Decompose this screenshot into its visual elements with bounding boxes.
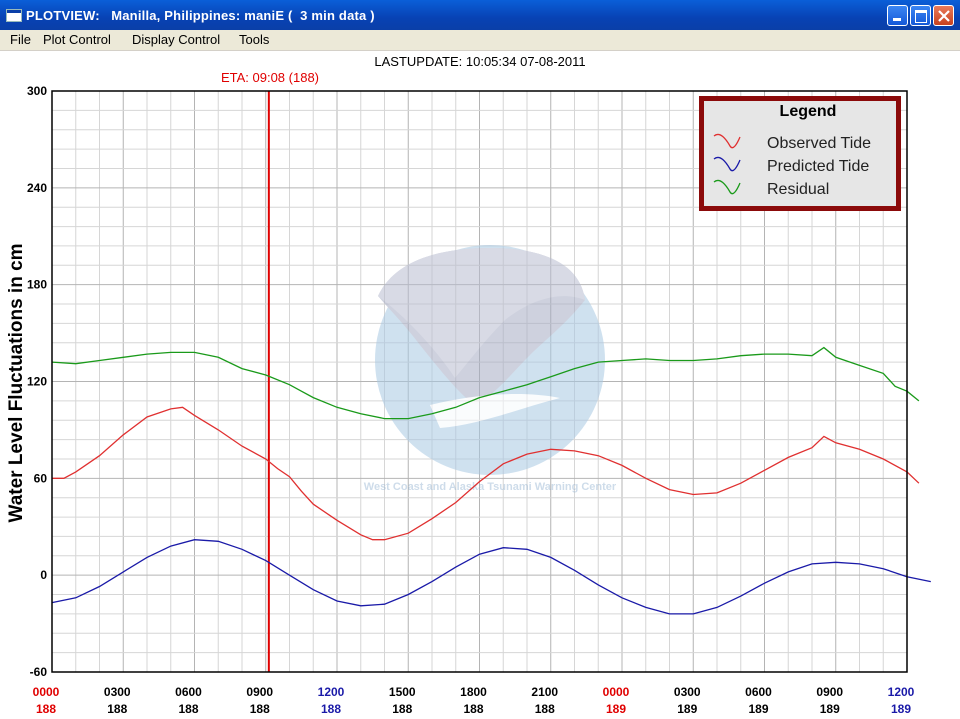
x-tick-day-label: 189 bbox=[606, 702, 626, 716]
menu-tools[interactable]: Tools bbox=[239, 32, 269, 47]
close-button[interactable] bbox=[933, 5, 954, 26]
noaa-watermark-logo: West Coast and Alaska Tsunami Warning Ce… bbox=[364, 245, 617, 493]
y-tick-label: 60 bbox=[34, 471, 48, 485]
x-tick-time-label: 0300 bbox=[104, 685, 131, 699]
x-axis: 0000 188 0300 188 0600 188 0900 188 1200 188 1500 1… bbox=[33, 685, 915, 716]
x-tick-time-label: 0300 bbox=[674, 685, 701, 699]
legend-item-label: Predicted Tide bbox=[767, 158, 869, 175]
maximize-icon bbox=[915, 10, 927, 23]
eta-label: ETA: 09:08 (188) bbox=[221, 70, 319, 85]
title-bar: PLOTVIEW: Manilla, Philippines: maniE ( … bbox=[0, 0, 960, 30]
menu-plot-control[interactable]: Plot Control bbox=[43, 32, 111, 47]
x-tick-day-label: 188 bbox=[250, 702, 270, 716]
x-tick-time-label: 0600 bbox=[175, 685, 202, 699]
legend-item-label: Residual bbox=[767, 181, 829, 198]
y-tick-label: 300 bbox=[27, 84, 47, 98]
y-axis-label: Water Level Fluctuations in cm bbox=[6, 243, 27, 522]
tide-chart[interactable]: West Coast and Alaska Tsunami Warning Ce… bbox=[0, 51, 960, 719]
x-tick-day-label: 189 bbox=[891, 702, 911, 716]
x-tick-day-label: 188 bbox=[107, 702, 127, 716]
y-tick-label: -60 bbox=[30, 665, 48, 679]
x-tick-day-label: 188 bbox=[36, 702, 56, 716]
x-tick-day-label: 188 bbox=[535, 702, 555, 716]
x-tick-time-label: 1800 bbox=[460, 685, 487, 699]
y-tick-label: 240 bbox=[27, 181, 47, 195]
x-tick-day-label: 188 bbox=[321, 702, 341, 716]
last-update-label: LASTUPDATE: 10:05:34 07-08-2011 bbox=[374, 54, 585, 69]
maximize-button[interactable] bbox=[910, 5, 931, 26]
x-tick-time-label: 0900 bbox=[816, 685, 843, 699]
legend-box[interactable]: Legend Observed Tide Predicted Tide Residu… bbox=[699, 96, 901, 211]
x-tick-time-label: 1500 bbox=[389, 685, 416, 699]
window-title: PLOTVIEW: Manilla, Philippines: maniE ( … bbox=[26, 8, 375, 23]
x-tick-time-label: 0000 bbox=[33, 685, 60, 699]
minimize-button[interactable] bbox=[887, 5, 908, 26]
x-tick-time-label: 2100 bbox=[531, 685, 558, 699]
app-icon bbox=[6, 9, 22, 22]
x-tick-time-label: 0900 bbox=[246, 685, 273, 699]
x-tick-day-label: 189 bbox=[820, 702, 840, 716]
legend-title: Legend bbox=[780, 103, 837, 120]
watermark-text: West Coast and Alaska Tsunami Warning Ce… bbox=[364, 481, 617, 493]
minimize-icon bbox=[893, 18, 901, 21]
y-tick-label: 0 bbox=[40, 568, 47, 582]
x-tick-time-label: 0000 bbox=[603, 685, 630, 699]
y-tick-label: 180 bbox=[27, 278, 47, 292]
y-axis: 300 240 180 120 60 0 -60 bbox=[27, 84, 47, 679]
x-tick-day-label: 188 bbox=[463, 702, 483, 716]
plot-area: West Coast and Alaska Tsunami Warning Ce… bbox=[0, 51, 960, 719]
x-tick-time-label: 1200 bbox=[318, 685, 345, 699]
x-tick-day-label: 188 bbox=[178, 702, 198, 716]
x-tick-day-label: 188 bbox=[392, 702, 412, 716]
menu-display-control[interactable]: Display Control bbox=[132, 32, 220, 47]
menu-bar: File Plot Control Display Control Tools bbox=[0, 30, 960, 51]
menu-file[interactable]: File bbox=[10, 32, 31, 47]
predicted-tide-line bbox=[51, 539, 931, 615]
y-tick-label: 120 bbox=[27, 375, 47, 389]
x-tick-time-label: 1200 bbox=[888, 685, 915, 699]
x-tick-day-label: 189 bbox=[748, 702, 768, 716]
x-tick-day-label: 189 bbox=[677, 702, 697, 716]
legend-item-label: Observed Tide bbox=[767, 135, 871, 152]
close-icon bbox=[938, 10, 950, 22]
x-tick-time-label: 0600 bbox=[745, 685, 772, 699]
